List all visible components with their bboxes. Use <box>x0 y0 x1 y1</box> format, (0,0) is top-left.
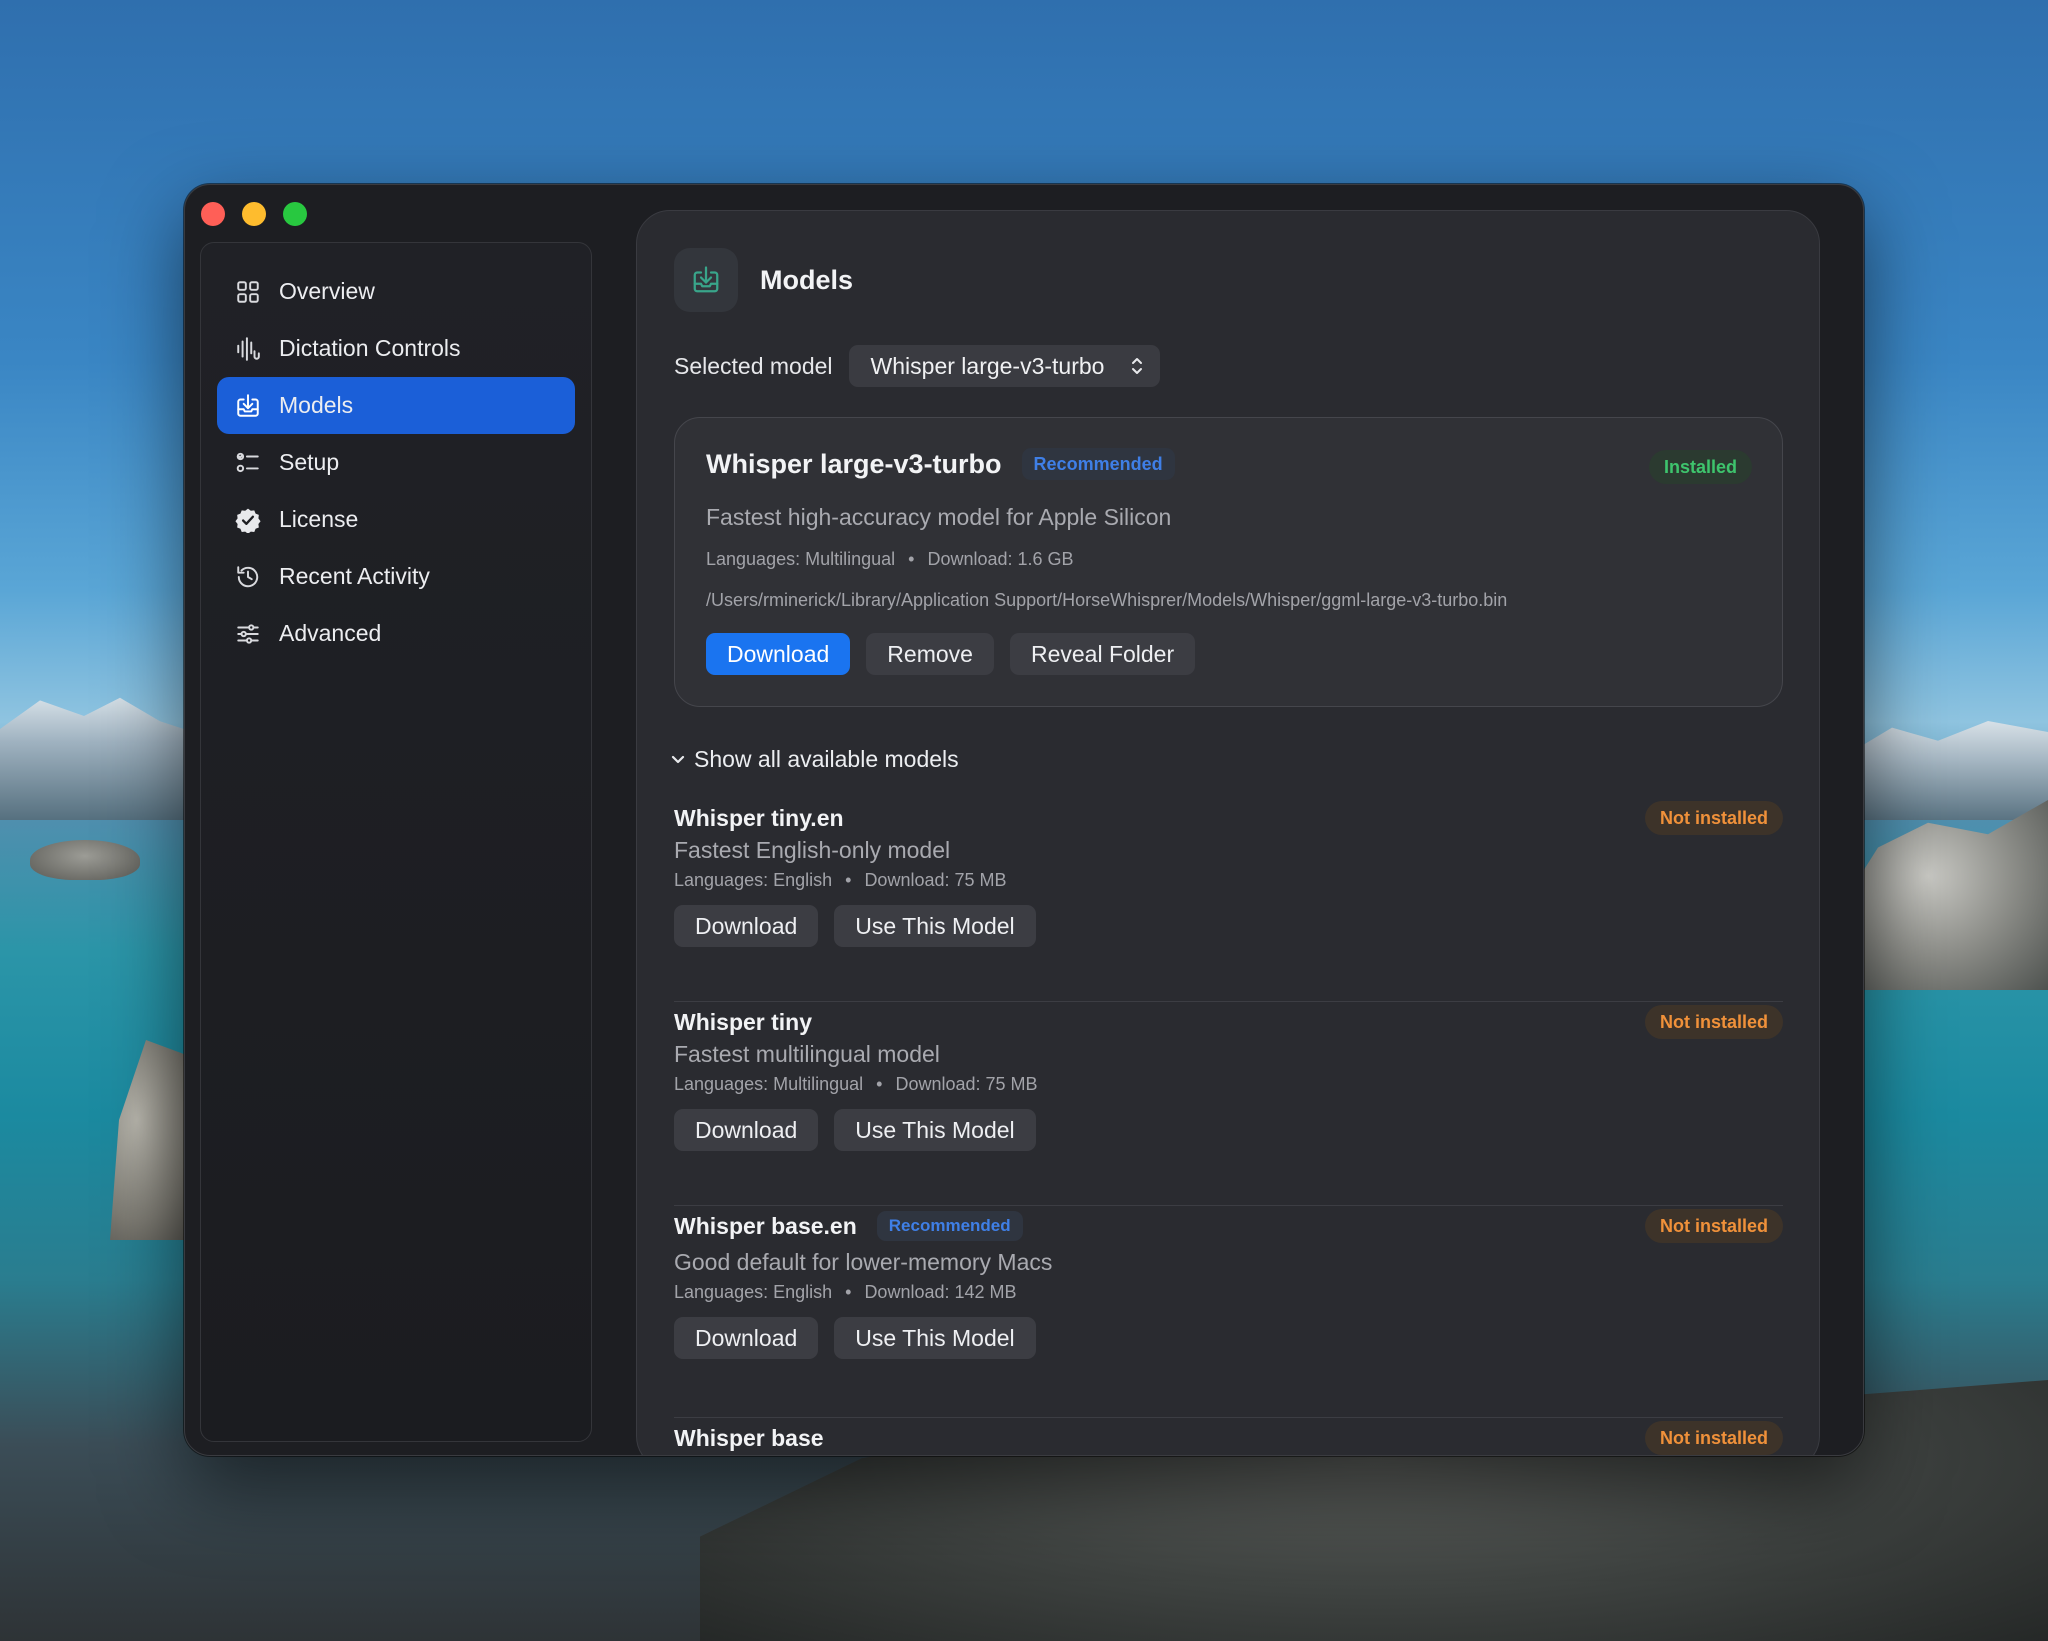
status-badge: Not installed <box>1644 1421 1783 1455</box>
model-download-size: Download: 75 MB <box>895 1074 1038 1094</box>
close-window-button[interactable] <box>201 202 225 226</box>
show-all-models-toggle[interactable]: Show all available models <box>670 746 959 773</box>
page-header: Models <box>674 248 853 312</box>
model-title: Whisper base <box>674 1424 824 1451</box>
model-description: Good default for lower-memory Macs <box>674 1249 1053 1275</box>
model-list-item: Whisper base.en Recommended Not installe… <box>674 1209 1783 1379</box>
sidebar-item-license[interactable]: License <box>217 491 575 548</box>
model-download-size: Download: 1.6 GB <box>927 549 1074 569</box>
sidebar-item-dictation-controls[interactable]: Dictation Controls <box>217 320 575 377</box>
background-mountains-left <box>0 697 200 820</box>
status-badge: Installed <box>1648 450 1752 484</box>
divider <box>674 1205 1783 1206</box>
use-this-model-button[interactable]: Use This Model <box>834 1109 1036 1151</box>
model-meta: Languages: Multilingual • Download: 1.6 … <box>706 549 1074 570</box>
sidebar-item-label: Recent Activity <box>279 563 430 589</box>
meta-separator: • <box>908 549 915 569</box>
model-languages: Languages: Multilingual <box>674 1074 864 1094</box>
meta-separator: • <box>876 1074 883 1094</box>
model-description: Fastest English-only model <box>674 837 951 863</box>
model-list-item: Whisper tiny.en Not installed Fastest En… <box>674 801 1783 961</box>
sidebar-item-overview[interactable]: Overview <box>217 263 575 320</box>
model-description: Fastest multilingual model <box>674 1041 940 1067</box>
model-title: Whisper base.en <box>674 1212 857 1239</box>
model-meta: Languages: English • Download: 75 MB <box>674 870 1783 891</box>
remove-button[interactable]: Remove <box>866 633 994 675</box>
current-model-card: Whisper large-v3-turbo Recommended Insta… <box>674 417 1783 707</box>
sidebar: Overview Dictation Controls Models Setup… <box>200 242 592 1442</box>
waveform-icon <box>235 336 261 362</box>
meta-separator: • <box>845 1282 852 1302</box>
app-window: Overview Dictation Controls Models Setup… <box>184 184 1864 1456</box>
use-this-model-button[interactable]: Use This Model <box>834 1317 1036 1359</box>
show-all-models-label: Show all available models <box>694 746 959 772</box>
page-title: Models <box>760 264 854 295</box>
status-badge: Not installed <box>1644 1209 1783 1243</box>
sidebar-item-label: Setup <box>279 449 340 475</box>
model-languages: Languages: English <box>674 870 833 890</box>
model-title: Whisper tiny <box>674 1008 813 1035</box>
use-this-model-button[interactable]: Use This Model <box>834 905 1036 947</box>
sliders-icon <box>235 621 261 647</box>
model-list-item: Whisper base Not installed <box>674 1421 1783 1455</box>
download-button[interactable]: Download <box>706 633 851 675</box>
model-title: Whisper large-v3-turbo <box>706 448 1002 479</box>
model-languages: Languages: Multilingual <box>706 549 896 569</box>
sidebar-item-label: Models <box>279 392 354 418</box>
model-list-item: Whisper tiny Not installed Fastest multi… <box>674 1005 1783 1165</box>
model-download-size: Download: 142 MB <box>864 1282 1017 1302</box>
download-tray-icon <box>674 248 738 312</box>
sidebar-item-label: Dictation Controls <box>279 335 461 361</box>
recommended-badge: Recommended <box>1021 448 1175 480</box>
sidebar-item-label: Overview <box>279 278 375 304</box>
selected-model-value: Whisper large-v3-turbo <box>870 352 1105 379</box>
sidebar-item-models[interactable]: Models <box>217 377 575 434</box>
selected-model-row: Selected model Whisper large-v3-turbo <box>674 345 1161 387</box>
sidebar-item-recent-activity[interactable]: Recent Activity <box>217 548 575 605</box>
divider <box>674 1417 1783 1418</box>
sidebar-item-label: Advanced <box>279 620 382 646</box>
sidebar-item-label: License <box>279 506 359 532</box>
download-button[interactable]: Download <box>674 1109 819 1151</box>
model-file-path: /Users/rminerick/Library/Application Sup… <box>706 590 1508 610</box>
selected-model-label: Selected model <box>674 352 833 379</box>
download-button[interactable]: Download <box>674 905 819 947</box>
clock-history-icon <box>235 564 261 590</box>
reveal-folder-button[interactable]: Reveal Folder <box>1009 633 1196 675</box>
maximize-window-button[interactable] <box>283 202 307 226</box>
minimize-window-button[interactable] <box>242 202 266 226</box>
status-badge: Not installed <box>1644 1005 1783 1039</box>
selected-model-dropdown[interactable]: Whisper large-v3-turbo <box>848 345 1161 387</box>
meta-separator: • <box>845 870 852 890</box>
background-rock-small <box>30 840 140 880</box>
checkmark-seal-icon <box>235 507 261 533</box>
model-meta: Languages: English • Download: 142 MB <box>674 1282 1783 1303</box>
checklist-icon <box>235 450 261 476</box>
background-rocks-right <box>1848 800 2048 990</box>
background-mountains-right <box>1848 721 2048 820</box>
grid-icon <box>235 279 261 305</box>
model-languages: Languages: English <box>674 1282 833 1302</box>
model-meta: Languages: Multilingual • Download: 75 M… <box>674 1074 1783 1095</box>
download-tray-icon <box>235 393 261 419</box>
model-download-size: Download: 75 MB <box>864 870 1007 890</box>
status-badge: Not installed <box>1644 801 1783 835</box>
models-panel: Models Selected model Whisper large-v3-t… <box>636 210 1820 1455</box>
sidebar-item-setup[interactable]: Setup <box>217 434 575 491</box>
model-title: Whisper tiny.en <box>674 804 844 831</box>
download-button[interactable]: Download <box>674 1317 819 1359</box>
sidebar-item-advanced[interactable]: Advanced <box>217 605 575 662</box>
divider <box>674 1001 1783 1002</box>
recommended-badge: Recommended <box>876 1211 1023 1241</box>
chevron-down-icon <box>671 755 685 763</box>
model-description: Fastest high-accuracy model for Apple Si… <box>706 504 1172 530</box>
up-down-chevron-icon <box>1132 358 1143 374</box>
